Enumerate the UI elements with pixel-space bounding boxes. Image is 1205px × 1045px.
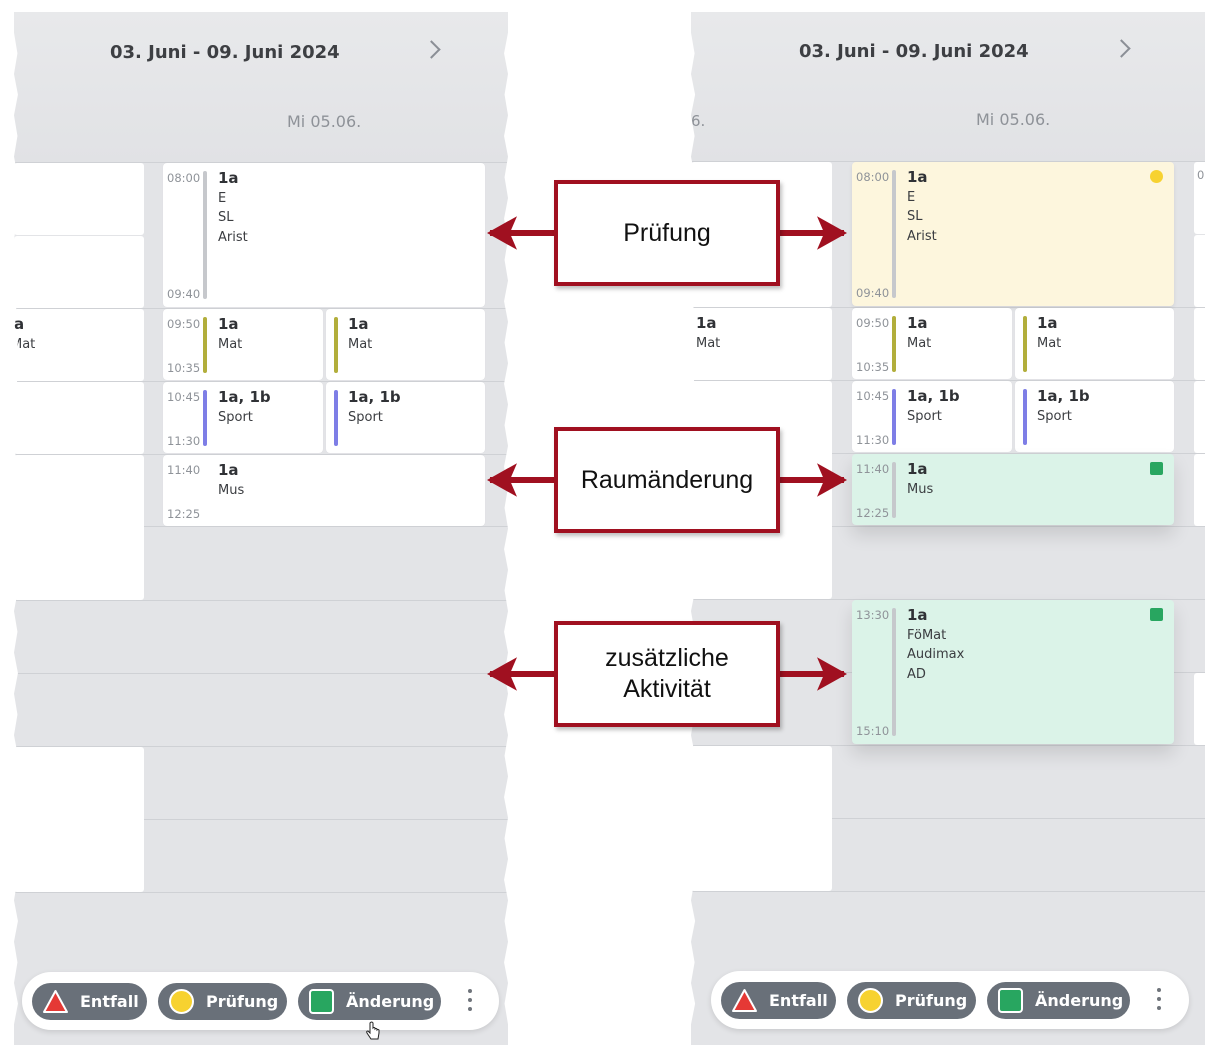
callout-label: Prüfung	[623, 218, 711, 247]
callout-label-line1: zusätzliche	[605, 644, 729, 672]
callout-exam: Prüfung	[554, 180, 780, 286]
callout-extra-activity: zusätzliche Aktivität	[554, 621, 780, 727]
callout-label-line2: Aktivität	[623, 675, 711, 703]
callout-label: Raumänderung	[580, 465, 754, 494]
callout-room-change: Raumänderung	[554, 427, 780, 533]
